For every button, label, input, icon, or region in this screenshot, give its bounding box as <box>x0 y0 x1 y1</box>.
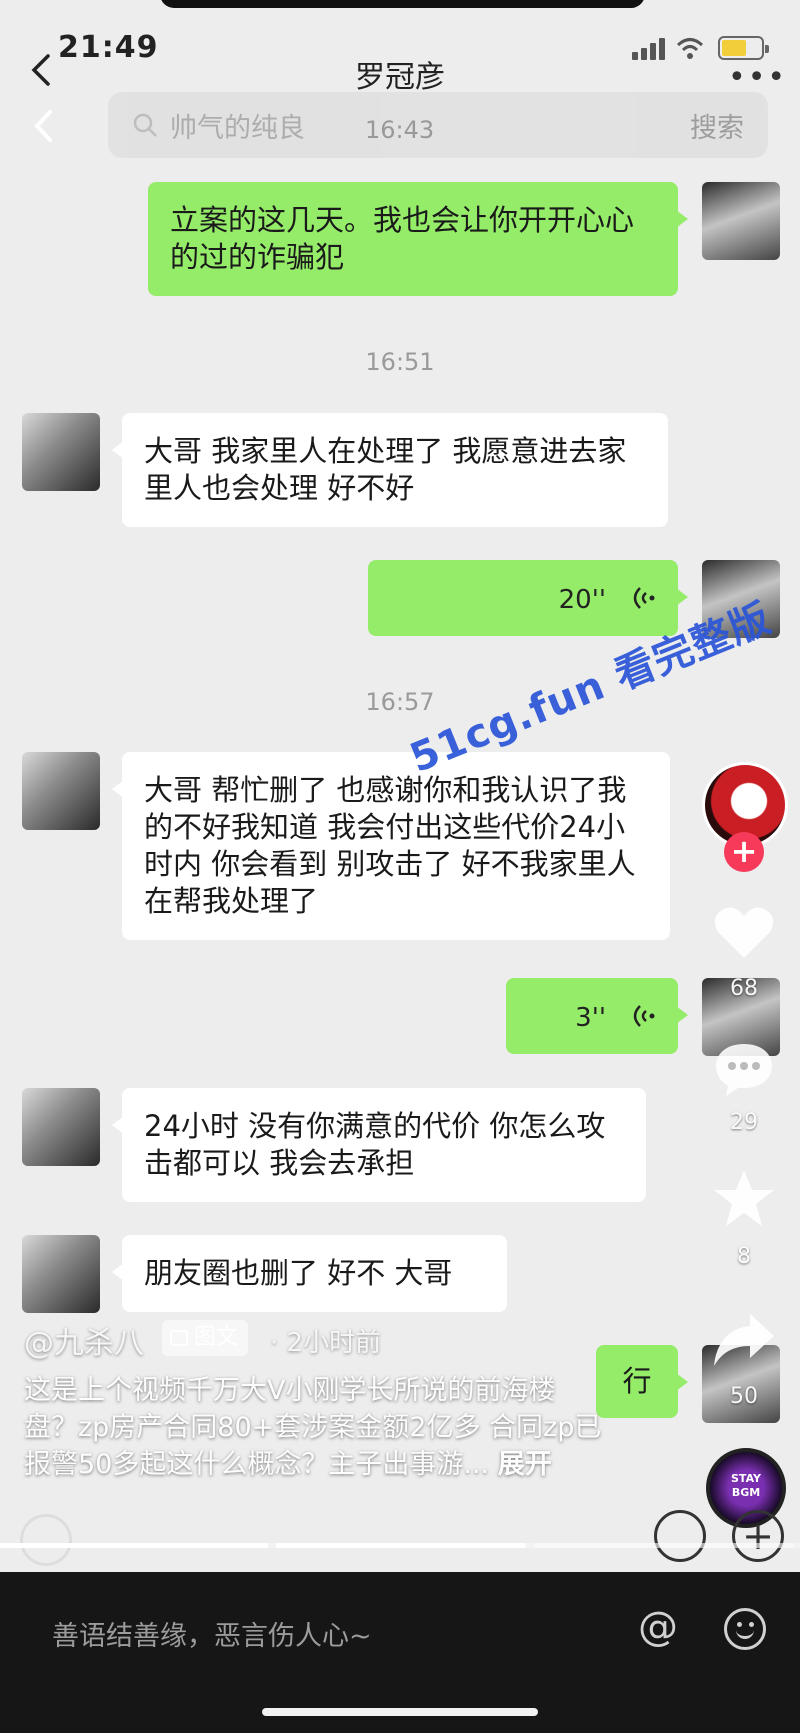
timestamp: 16:43 <box>365 116 435 144</box>
message-bubble-received[interactable]: 大哥 帮忙删了 也感谢你和我认识了我的不好我知道 我会付出这些代价24小时内 你… <box>112 752 670 940</box>
contact-avatar[interactable] <box>22 413 100 491</box>
comment-icon[interactable] <box>712 1040 776 1098</box>
post-time: · 2小时前 <box>270 1328 382 1358</box>
timestamp: 16:51 <box>365 348 435 376</box>
comments-count: 29 <box>730 1110 758 1135</box>
my-avatar[interactable] <box>702 182 780 260</box>
more-icon[interactable]: ••• <box>728 60 787 95</box>
message-bubble-received[interactable]: 大哥 我家里人在处理了 我愿意进去家里人也会处理 好不好 <box>112 413 668 527</box>
likes-count: 68 <box>730 976 758 1001</box>
contact-avatar[interactable] <box>22 1235 100 1313</box>
emoji-icon[interactable] <box>654 1510 706 1562</box>
comment-input[interactable]: 善语结善缘，恶言伤人心~ <box>52 1614 372 1653</box>
favorites-count: 8 <box>737 1244 751 1269</box>
message-text: 大哥 我家里人在处理了 我愿意进去家里人也会处理 好不好 <box>144 434 627 505</box>
search-bar[interactable]: 帅气的纯良 搜索 <box>108 92 768 158</box>
shares-count: 50 <box>730 1384 758 1409</box>
message-bubble-sent[interactable]: 行 <box>596 1345 688 1418</box>
follow-plus-icon[interactable]: + <box>724 832 764 872</box>
message-bubble-received[interactable]: 朋友圈也删了 好不 大哥 <box>112 1235 507 1312</box>
home-indicator <box>262 1708 538 1716</box>
post-caption: 这是上个视频千万大V小刚学长所说的前海楼盘？zp房产合同80+套涉案金额2亿多 … <box>24 1372 604 1483</box>
voice-message-sent[interactable]: 3'' <box>506 978 688 1054</box>
contact-avatar[interactable] <box>22 752 100 830</box>
image-progress <box>0 1543 800 1548</box>
emoji-icon[interactable] <box>724 1608 766 1650</box>
message-text: 行 <box>622 1364 652 1398</box>
message-bubble-received[interactable]: 24小时 没有你满意的代价 你怎么攻击都可以 我会去承担 <box>112 1088 646 1202</box>
voice-duration: 20'' <box>558 585 606 615</box>
message-text: 朋友圈也删了 好不 大哥 <box>144 1256 453 1290</box>
voice-duration: 3'' <box>575 1003 606 1033</box>
message-bubble-sent[interactable]: 立案的这几天。我也会让你开开心心的过的诈骗犯 <box>148 182 688 296</box>
message-text: 大哥 帮忙删了 也感谢你和我认识了我的不好我知道 我会付出这些代价24小时内 你… <box>144 773 636 918</box>
search-button[interactable]: 搜索 <box>690 106 744 145</box>
search-input[interactable]: 帅气的纯良 <box>170 106 305 145</box>
author-username[interactable]: @九杀八 <box>24 1318 144 1362</box>
post-type-label: 图文 <box>194 1325 239 1350</box>
post-type-tag: 图文 <box>162 1320 249 1356</box>
voice-wave-icon <box>633 587 655 609</box>
share-icon[interactable] <box>712 1312 776 1368</box>
image-text-icon <box>170 1330 188 1346</box>
notch <box>160 0 645 8</box>
music-label: STAY <box>731 1472 761 1485</box>
timestamp: 16:57 <box>365 688 435 716</box>
message-text: 立案的这几天。我也会让你开开心心的过的诈骗犯 <box>170 203 635 274</box>
search-back-icon[interactable] <box>30 106 58 146</box>
voice-wave-icon <box>633 1005 655 1027</box>
voice-message-sent[interactable]: 20'' <box>368 560 688 636</box>
mention-icon[interactable]: @ <box>638 1604 678 1650</box>
voice-input-icon[interactable] <box>20 1514 72 1566</box>
comment-bar: 善语结善缘，恶言伤人心~ @ <box>0 1572 800 1733</box>
chat-title: 罗冠彦 <box>355 60 445 95</box>
plus-icon[interactable]: + <box>732 1510 784 1562</box>
screen: 21:49 罗冠彦 ••• 帅气的纯良 搜索 16:43 立案的这几天。我也会让… <box>0 0 800 1733</box>
search-icon <box>133 113 157 137</box>
expand-link[interactable]: 展开 <box>498 1449 552 1480</box>
heart-icon[interactable] <box>712 904 776 960</box>
music-label: BGM <box>731 1486 761 1499</box>
star-icon[interactable] <box>712 1168 776 1228</box>
contact-avatar[interactable] <box>22 1088 100 1166</box>
message-text: 24小时 没有你满意的代价 你怎么攻击都可以 我会去承担 <box>144 1109 606 1180</box>
